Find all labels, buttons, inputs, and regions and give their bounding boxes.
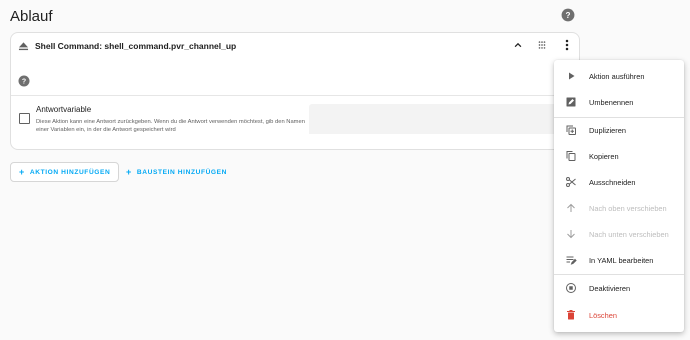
- help-icon[interactable]: ?: [18, 75, 30, 87]
- menu-item-delete[interactable]: Löschen: [554, 302, 684, 328]
- scissors-icon: [566, 177, 576, 187]
- menu-item-cut[interactable]: Ausschneiden: [554, 169, 684, 195]
- menu-item-label: Deaktivieren: [589, 284, 631, 293]
- help-icon[interactable]: ?: [561, 8, 575, 22]
- more-vert-icon[interactable]: [562, 39, 572, 51]
- arrow-up-icon: [567, 203, 575, 212]
- disable-icon: [566, 283, 576, 293]
- menu-item-label: Duplizieren: [589, 126, 626, 135]
- copy-icon: [566, 151, 576, 161]
- eject-icon: [18, 42, 29, 51]
- menu-item-label: Umbenennen: [589, 98, 634, 107]
- action-card-title: Shell Command: shell_command.pvr_channel…: [35, 41, 237, 51]
- drag-handle-icon[interactable]: [537, 40, 547, 50]
- page-title: Ablauf: [10, 8, 53, 25]
- add-block-label: BAUSTEIN HINZUFÜGEN: [136, 168, 228, 176]
- response-variable-checkbox[interactable]: [19, 113, 30, 124]
- card-divider: [11, 95, 579, 96]
- action-card: Shell Command: shell_command.pvr_channel…: [10, 32, 580, 150]
- menu-item-rename[interactable]: Umbenennen: [554, 89, 684, 115]
- menu-item-disable[interactable]: Deaktivieren: [554, 275, 684, 301]
- menu-item-move-up[interactable]: Nach oben verschieben: [554, 195, 684, 221]
- plus-icon: +: [126, 166, 132, 177]
- yaml-edit-icon: [566, 256, 577, 265]
- svg-text:?: ?: [22, 79, 26, 86]
- menu-item-label: Löschen: [589, 311, 617, 320]
- plus-icon: +: [19, 166, 25, 177]
- menu-item-label: Nach oben verschieben: [589, 204, 667, 213]
- trash-icon: [567, 310, 575, 320]
- menu-item-label: In YAML bearbeiten: [589, 256, 654, 265]
- svg-text:?: ?: [566, 11, 571, 20]
- menu-item-label: Kopieren: [589, 152, 619, 161]
- duplicate-icon: [566, 125, 576, 135]
- menu-item-duplicate[interactable]: Duplizieren: [554, 117, 684, 143]
- menu-item-move-down[interactable]: Nach unten verschieben: [554, 221, 684, 247]
- response-variable-description: Diese Aktion kann eine Antwort zurückgeb…: [36, 119, 305, 133]
- overflow-menu: Aktion ausführen Umbenennen Duplizieren …: [554, 60, 684, 332]
- rename-icon: [566, 97, 576, 107]
- menu-item-label: Nach unten verschieben: [589, 230, 669, 239]
- add-block-button[interactable]: + BAUSTEIN HINZUFÜGEN: [120, 162, 233, 182]
- menu-item-edit-yaml[interactable]: In YAML bearbeiten: [554, 247, 684, 273]
- play-icon: [569, 72, 575, 80]
- response-variable-label: Antwortvariable: [36, 105, 92, 114]
- action-card-header[interactable]: Shell Command: shell_command.pvr_channel…: [11, 33, 579, 59]
- menu-item-run-action[interactable]: Aktion ausführen: [554, 63, 684, 89]
- menu-item-copy[interactable]: Kopieren: [554, 143, 684, 169]
- arrow-down-icon: [567, 230, 575, 239]
- chevron-up-icon[interactable]: [513, 40, 523, 50]
- response-variable-input[interactable]: [309, 104, 559, 134]
- menu-item-label: Aktion ausführen: [589, 72, 645, 81]
- menu-item-label: Ausschneiden: [589, 178, 636, 187]
- add-action-label: AKTION HINZUFÜGEN: [29, 168, 111, 176]
- add-action-button[interactable]: + AKTION HINZUFÜGEN: [10, 162, 120, 182]
